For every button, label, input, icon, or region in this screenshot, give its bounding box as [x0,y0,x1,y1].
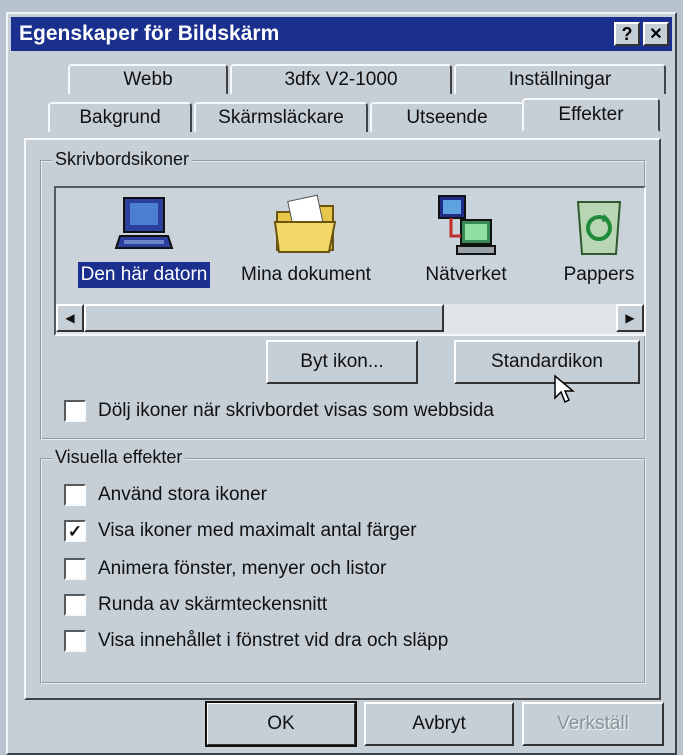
icon-label: Den här datorn [77,262,211,288]
checkbox[interactable] [64,630,86,652]
change-icon-button[interactable]: Byt ikon... [266,340,418,384]
tab-utseende[interactable]: Utseende [370,102,524,132]
button-label: Avbryt [412,713,466,734]
option-show-window-contents[interactable]: Visa innehållet i fönstret vid dra och s… [64,630,448,652]
tab-webb[interactable]: Webb [68,64,228,94]
button-label: OK [267,713,295,734]
checkbox-label: Använd stora ikoner [98,484,267,505]
checkbox-label: Visa innehållet i fönstret vid dra och s… [98,630,449,651]
scroll-left-button[interactable]: ◀ [56,304,84,332]
tab-label: Inställningar [508,69,612,90]
tab-label: Skärmsläckare [218,107,344,128]
group-title: Skrivbordsikoner [52,149,193,170]
checkbox-label: Animera fönster, menyer och listor [98,558,387,579]
title-bar[interactable]: Egenskaper för Bildskärm ? ✕ [11,17,672,51]
button-label: Byt ikon... [300,351,384,372]
checkbox-label: Visa ikoner med maximalt antal färger [98,520,417,541]
tab-label: Effekter [558,104,624,125]
window-title: Egenskaper för Bildskärm [19,22,280,45]
checkbox[interactable]: ✓ [64,520,86,542]
icon-label: Nätverket [425,264,507,285]
mouse-cursor-icon [554,374,575,404]
network-icon [438,195,496,255]
folder-icon [273,194,337,253]
arrow-left-icon: ◀ [65,311,75,325]
option-max-colors[interactable]: ✓ Visa ikoner med maximalt antal färger [64,520,417,542]
help-icon: ? [621,23,633,44]
tab-label: Webb [123,69,173,90]
close-button[interactable]: ✕ [643,22,669,46]
checkbox[interactable] [64,594,86,616]
display-properties-dialog: Egenskaper för Bildskärm ? ✕ Webb 3dfx V… [6,12,677,755]
tab-installningar[interactable]: Inställningar [454,64,666,94]
icon-label: Mina dokument [241,264,371,285]
group-title: Visuella effekter [52,447,186,468]
checkbox-label: Dölj ikoner när skrivbordet visas som we… [98,400,494,421]
recycle-bin-icon [576,201,622,255]
option-smooth-fonts[interactable]: Runda av skärmteckensnitt [64,594,327,616]
icon-item-recycle-bin[interactable]: Pappers [544,192,644,288]
desktop-icon-list[interactable]: Den här datorn Mina dokument Nätverket P… [54,186,646,336]
close-icon: ✕ [649,26,663,43]
scroll-right-button[interactable]: ▶ [616,304,644,332]
hide-icons-row[interactable]: Dölj ikoner när skrivbordet visas som we… [64,400,494,422]
hide-icons-checkbox[interactable] [64,400,86,422]
tab-effekter[interactable]: Effekter [522,98,660,132]
tab-3dfx[interactable]: 3dfx V2-1000 [230,64,452,94]
option-animate-windows[interactable]: Animera fönster, menyer och listor [64,558,386,580]
cancel-button[interactable]: Avbryt [364,702,514,746]
option-large-icons[interactable]: Använd stora ikoner [64,484,267,506]
button-label: Standardikon [491,351,603,372]
help-button[interactable]: ? [614,22,640,46]
default-icon-button[interactable]: Standardikon [454,340,640,384]
checkmark-icon: ✓ [67,521,83,541]
apply-button[interactable]: Verkställ [522,702,664,746]
checkbox[interactable] [64,484,86,506]
icon-item-network[interactable]: Nätverket [406,192,526,288]
tab-skarmslackare[interactable]: Skärmsläckare [194,102,368,132]
checkbox-label: Runda av skärmteckensnitt [98,594,328,615]
icon-item-my-documents[interactable]: Mina dokument [226,192,386,288]
horizontal-scrollbar[interactable]: ◀ ▶ [56,304,644,334]
icon-item-my-computer[interactable]: Den här datorn [64,192,224,288]
arrow-right-icon: ▶ [625,311,635,325]
my-computer-icon [114,197,174,249]
tab-label: Bakgrund [79,107,161,128]
icon-label: Pappers [563,264,635,285]
ok-button[interactable]: OK [205,701,357,747]
tab-bakgrund[interactable]: Bakgrund [48,102,192,132]
tab-label: Utseende [406,107,488,128]
scroll-thumb[interactable] [84,304,444,332]
checkbox[interactable] [64,558,86,580]
tab-label: 3dfx V2-1000 [284,69,398,90]
button-label: Verkställ [557,713,629,734]
